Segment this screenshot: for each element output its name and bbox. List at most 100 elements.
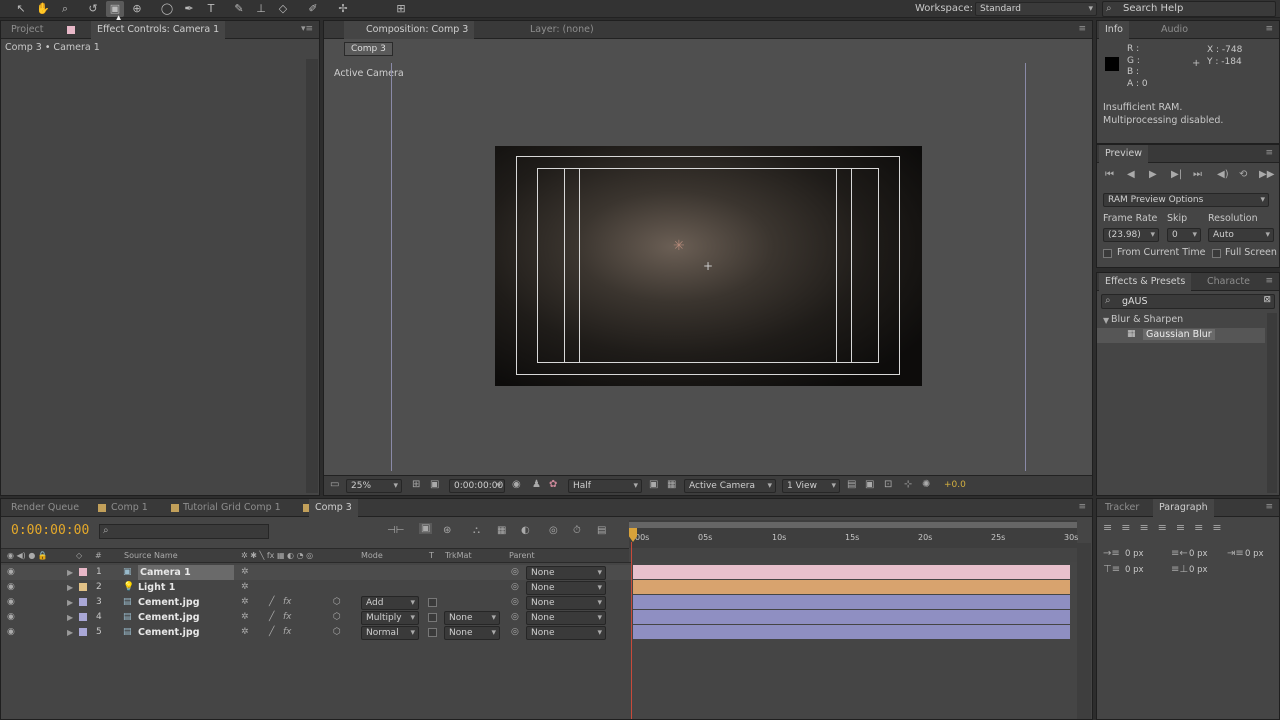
hide-shy-icon[interactable]: ⛬ <box>473 525 480 536</box>
transparency-grid-icon[interactable]: ▦ <box>667 479 676 490</box>
3d-layer-switch-icon[interactable]: ⬡ <box>333 610 341 625</box>
timecode-field[interactable]: 0:00:00:00 <box>449 479 505 493</box>
grid-toggle-icon[interactable]: ▭ <box>330 479 339 490</box>
layer-trkmat-dropdown[interactable]: None <box>444 611 500 625</box>
layer-mode-dropdown[interactable]: Normal <box>361 626 419 640</box>
snapshot-icon[interactable]: ◉ <box>512 479 521 490</box>
resolution-dropdown[interactable]: Half <box>568 479 642 493</box>
ram-preview-options-dropdown[interactable]: RAM Preview Options <box>1103 193 1269 207</box>
flowchart-icon[interactable]: ⊹ <box>904 479 912 490</box>
panel-menu-icon[interactable]: ≡ <box>1078 24 1086 34</box>
align-center-icon[interactable]: ≡ <box>1121 521 1139 534</box>
eraser-tool-icon[interactable]: ◇ <box>274 1 292 17</box>
audio-switch[interactable] <box>23 610 33 625</box>
layer-duration-bar[interactable] <box>633 610 1070 624</box>
type-tool-icon[interactable]: T <box>202 1 220 17</box>
motion-blur-icon[interactable]: ◐ <box>521 525 530 536</box>
show-snapshot-icon[interactable]: ♟ <box>532 479 541 490</box>
tab-tracker[interactable]: Tracker <box>1099 499 1145 517</box>
layer-mode-dropdown[interactable]: Multiply <box>361 611 419 625</box>
space-after-value[interactable]: 0 px <box>1189 565 1208 575</box>
layer-parent-dropdown[interactable]: None <box>526 566 606 580</box>
layer-label-color[interactable] <box>79 628 87 636</box>
space-before-value[interactable]: 0 px <box>1125 565 1144 575</box>
lock-switch[interactable] <box>51 580 61 595</box>
first-frame-icon[interactable]: ⏮ <box>1105 169 1114 180</box>
comp-viewer-image[interactable]: + ✳ <box>495 146 922 386</box>
region-of-interest-icon[interactable]: ▣ <box>649 479 658 490</box>
tab-tutorial-grid-comp[interactable]: Tutorial Grid Comp 1 <box>177 499 287 517</box>
expand-triangle-icon[interactable]: ▼ <box>1103 316 1109 325</box>
layer-trkmat-dropdown[interactable]: None <box>444 626 500 640</box>
workspace-dropdown[interactable]: Standard <box>975 2 1097 16</box>
audio-switch[interactable] <box>23 580 33 595</box>
roto-brush-tool-icon[interactable]: ✐ <box>304 1 322 17</box>
exposure-icon[interactable]: ✺ <box>922 479 930 490</box>
layer-label-color[interactable] <box>79 568 87 576</box>
layer-parent-dropdown[interactable]: None <box>526 626 606 640</box>
visibility-eye-icon[interactable]: ◉ <box>7 625 15 640</box>
lock-switch[interactable] <box>51 565 61 580</box>
layer-search-field[interactable]: ⌕ <box>99 524 269 539</box>
search-help-field[interactable]: ⌕ Search Help <box>1102 1 1276 17</box>
layer-name[interactable]: Camera 1 <box>138 565 234 580</box>
expand-triangle-icon[interactable]: ▶ <box>67 625 73 640</box>
layer-parent-dropdown[interactable]: None <box>526 596 606 610</box>
layer-parent-dropdown[interactable]: None <box>526 611 606 625</box>
fast-previews-icon[interactable]: ▣ <box>865 479 874 490</box>
solo-switch[interactable] <box>37 625 47 640</box>
shy-switch-icon[interactable]: ✲ <box>241 565 249 580</box>
quality-switch-icon[interactable]: ╱ <box>269 595 274 610</box>
full-screen-checkbox[interactable] <box>1212 249 1221 258</box>
toggle-pixel-aspect-icon[interactable]: ▤ <box>847 479 856 490</box>
visibility-eye-icon[interactable]: ◉ <box>7 595 15 610</box>
auto-keyframe-icon[interactable]: ⏱ <box>573 525 581 536</box>
source-name-header[interactable]: Source Name <box>124 551 178 560</box>
effects-search-field[interactable]: ⌕ gAUS ⊠ <box>1101 294 1275 309</box>
effects-category[interactable]: Blur & Sharpen <box>1111 314 1183 325</box>
preserve-transparency-checkbox[interactable] <box>428 598 437 607</box>
fx-switch-icon[interactable]: fx <box>283 625 292 640</box>
effect-item-row[interactable]: ▦ Gaussian Blur <box>1097 328 1265 343</box>
draft-3d-icon[interactable]: ⊛ <box>443 525 451 536</box>
pan-behind-tool-icon[interactable]: ⊕ <box>128 1 146 17</box>
loop-icon[interactable]: ⟲ <box>1239 169 1247 180</box>
frame-rate-dropdown[interactable]: (23.98) <box>1103 228 1159 242</box>
fx-switch-icon[interactable]: fx <box>283 610 292 625</box>
layer-duration-bar[interactable] <box>633 580 1070 594</box>
tab-layer[interactable]: Layer: (none) <box>524 21 600 39</box>
layer-name[interactable]: Light 1 <box>138 580 175 595</box>
tab-character[interactable]: Characte <box>1201 273 1256 291</box>
preserve-transparency-checkbox[interactable] <box>428 628 437 637</box>
audio-icon[interactable]: ◀) <box>1217 169 1229 180</box>
previous-frame-icon[interactable]: ◀ <box>1127 169 1135 180</box>
panel-menu-icon[interactable]: ≡ <box>1265 276 1273 286</box>
visibility-eye-icon[interactable]: ◉ <box>7 610 15 625</box>
expand-triangle-icon[interactable]: ▶ <box>67 595 73 610</box>
layer-label-color[interactable] <box>79 613 87 621</box>
play-icon[interactable]: ▶ <box>1149 169 1157 180</box>
tab-project[interactable]: Project <box>5 21 50 39</box>
timeline-scrollbar[interactable] <box>1077 543 1091 719</box>
safe-zones-icon[interactable]: ⊞ <box>412 479 420 490</box>
audio-switch[interactable] <box>23 595 33 610</box>
graph-editor-icon[interactable]: ▤ <box>597 525 606 536</box>
align-left-icon[interactable]: ≡ <box>1103 521 1121 534</box>
pick-whip-icon[interactable]: ◎ <box>511 580 519 595</box>
clone-stamp-tool-icon[interactable]: ⊥ <box>252 1 270 17</box>
solo-switch[interactable] <box>37 595 47 610</box>
from-current-time-checkbox[interactable] <box>1103 249 1112 258</box>
time-ruler[interactable]: 00s 05s 10s 15s 20s 25s 30s <box>629 520 1078 562</box>
mask-toggle-icon[interactable]: ▣ <box>430 479 439 490</box>
effect-item-gaussian-blur[interactable]: Gaussian Blur <box>1143 329 1215 340</box>
frame-blending-icon[interactable]: ▦ <box>497 525 506 536</box>
pick-whip-icon[interactable]: ◎ <box>511 595 519 610</box>
layer-name[interactable]: Cement.jpg <box>138 610 200 625</box>
panel-menu-icon[interactable]: ≡ <box>1265 148 1273 158</box>
lock-switch[interactable] <box>51 610 61 625</box>
pick-whip-icon[interactable]: ◎ <box>511 625 519 640</box>
tab-effects-presets[interactable]: Effects & Presets <box>1099 273 1192 291</box>
tab-paragraph[interactable]: Paragraph <box>1153 499 1214 517</box>
comp-mini-flowchart-icon[interactable]: ⊣⊢ <box>387 525 404 536</box>
shy-switch-icon[interactable]: ✲ <box>241 580 249 595</box>
